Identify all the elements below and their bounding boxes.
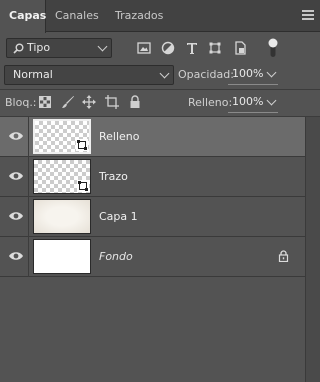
filter-toggle-icon[interactable] bbox=[268, 37, 278, 59]
blend-row: Normal Opacidad: 100% bbox=[0, 63, 320, 88]
smart-object-filter-icon[interactable] bbox=[233, 41, 247, 55]
layer-name[interactable]: Capa 1 bbox=[99, 210, 138, 223]
eye-icon[interactable] bbox=[8, 250, 24, 262]
tab-canales[interactable]: Canales bbox=[46, 0, 108, 32]
filter-kind-select[interactable]: Tipo bbox=[6, 38, 112, 58]
tab-trazados[interactable]: Trazados bbox=[106, 0, 172, 32]
layer-name[interactable]: Trazo bbox=[99, 170, 128, 183]
eye-icon[interactable] bbox=[8, 210, 24, 222]
opacity-value: 100% bbox=[232, 67, 264, 80]
filter-kind-label: Tipo bbox=[27, 41, 51, 54]
lock-position-icon[interactable] bbox=[82, 95, 96, 109]
smart-object-icon bbox=[76, 139, 88, 151]
chevron-down-icon bbox=[159, 68, 170, 79]
fill-value: 100% bbox=[232, 95, 264, 108]
chevron-down-icon bbox=[97, 41, 108, 52]
layer-row[interactable]: Relleno bbox=[0, 117, 305, 157]
image-filter-icon[interactable] bbox=[137, 41, 151, 55]
smart-object-icon bbox=[77, 180, 89, 192]
layer-row[interactable]: Fondo bbox=[0, 237, 305, 277]
scrollbar[interactable] bbox=[305, 117, 320, 382]
opacity-label: Opacidad: bbox=[178, 68, 234, 81]
panel-tab-bar: Capas Canales Trazados bbox=[0, 0, 320, 33]
layer-thumbnail[interactable] bbox=[33, 119, 91, 154]
blend-mode-select[interactable]: Normal bbox=[4, 65, 174, 85]
tab-capas[interactable]: Capas bbox=[0, 0, 46, 33]
filter-row: Tipo bbox=[0, 32, 320, 63]
panel-menu-icon[interactable] bbox=[302, 10, 314, 20]
blend-mode-value: Normal bbox=[13, 68, 53, 81]
layer-thumbnail[interactable] bbox=[33, 239, 91, 274]
eye-icon[interactable] bbox=[8, 170, 24, 182]
shape-filter-icon[interactable] bbox=[208, 41, 222, 55]
lock-artboard-icon[interactable] bbox=[105, 95, 119, 109]
fill-label: Relleno: bbox=[188, 96, 233, 109]
lock-icon[interactable] bbox=[278, 250, 289, 262]
eye-icon[interactable] bbox=[8, 130, 24, 142]
lock-transparency-icon[interactable] bbox=[38, 95, 52, 109]
layer-thumbnail[interactable] bbox=[33, 159, 91, 194]
chevron-down-icon bbox=[266, 95, 277, 106]
layer-name[interactable]: Fondo bbox=[99, 250, 133, 263]
chevron-down-icon bbox=[266, 67, 277, 78]
adjustment-filter-icon[interactable] bbox=[161, 41, 175, 55]
lock-row: Bloq.: Relleno: 100% bbox=[0, 90, 320, 116]
layer-row[interactable]: Capa 1 bbox=[0, 197, 305, 237]
fill-input[interactable]: 100% bbox=[228, 93, 278, 113]
layer-name[interactable]: Relleno bbox=[99, 130, 140, 143]
layer-row[interactable]: Trazo bbox=[0, 157, 305, 197]
lock-pixels-icon[interactable] bbox=[61, 95, 75, 109]
lock-label: Bloq.: bbox=[5, 96, 37, 109]
type-filter-icon[interactable] bbox=[185, 41, 199, 55]
opacity-input[interactable]: 100% bbox=[228, 65, 278, 85]
search-icon bbox=[13, 43, 24, 54]
layer-thumbnail[interactable] bbox=[33, 199, 91, 234]
lock-all-icon[interactable] bbox=[128, 95, 142, 109]
